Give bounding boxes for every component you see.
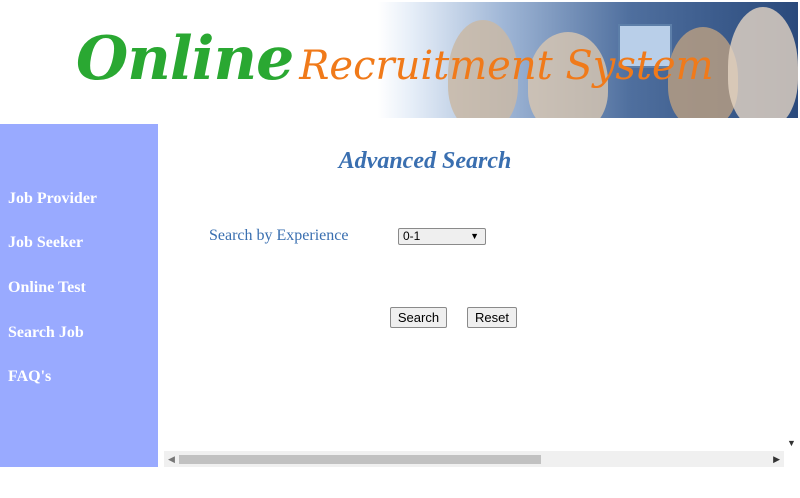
scrollbar-thumb[interactable] (179, 455, 541, 464)
page-title: Advanced Search (338, 148, 512, 174)
dropdown-arrow-icon: ▼ (470, 231, 479, 241)
scroll-right-arrow-icon[interactable]: ▶ (773, 454, 780, 465)
sidebar-item-faqs[interactable]: FAQ's (8, 368, 51, 386)
scroll-down-arrow-icon[interactable]: ▼ (787, 438, 796, 448)
logo-word-recruitment-system: Recruitment System (299, 43, 714, 89)
sidebar-nav: Job Provider Job Seeker Online Test Sear… (0, 124, 158, 467)
sidebar-item-search-job[interactable]: Search Job (8, 324, 84, 342)
sidebar-item-job-provider[interactable]: Job Provider (8, 190, 97, 208)
reset-button[interactable]: Reset (467, 307, 517, 328)
experience-select[interactable]: 0-1 ▼ (398, 228, 486, 245)
banner-person-image (728, 7, 798, 118)
header-banner: Online Recruitment System (0, 2, 798, 118)
search-button[interactable]: Search (390, 307, 447, 328)
experience-select-value: 0-1 (403, 229, 421, 243)
sidebar-item-job-seeker[interactable]: Job Seeker (8, 234, 83, 252)
horizontal-scrollbar[interactable]: ◀ ▶ (164, 451, 784, 467)
logo-word-online: Online (76, 24, 294, 94)
experience-label: Search by Experience (209, 227, 349, 244)
site-logo: Online Recruitment System (76, 24, 714, 104)
main-content: Advanced Search Search by Experience 0-1… (158, 124, 800, 467)
sidebar-item-online-test[interactable]: Online Test (8, 279, 86, 297)
scroll-left-arrow-icon[interactable]: ◀ (168, 454, 175, 465)
